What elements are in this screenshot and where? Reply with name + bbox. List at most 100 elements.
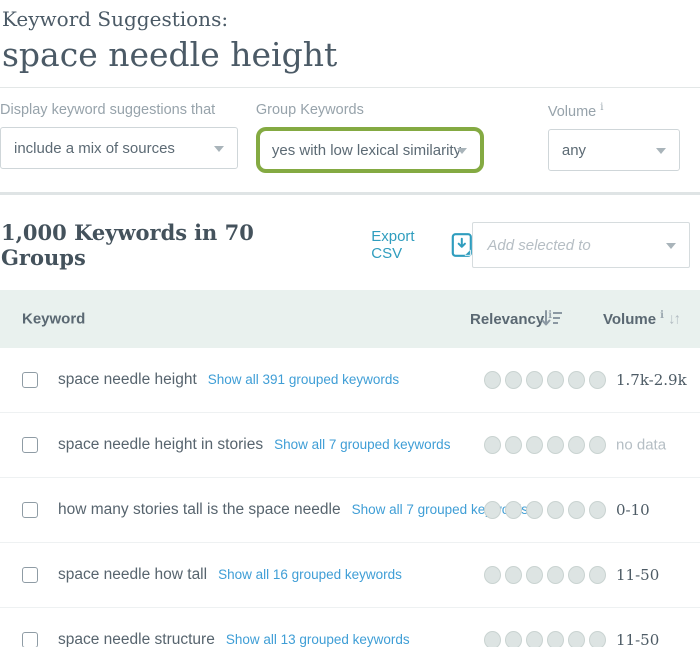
relevancy-dots [484,501,610,519]
keyword-cell: space needle height in stories Show all 7… [58,436,450,454]
filter-source: Display keyword suggestions that include… [0,102,238,173]
results-count: 1,000 Keywords [1,220,187,245]
keyword-text: how many stories tall is the space needl… [58,501,341,518]
relevancy-dot [526,501,543,519]
relevancy-dot [505,371,522,389]
relevancy-dot [505,631,522,647]
relevancy-dot [526,631,543,647]
relevancy-dot [526,371,543,389]
results-bar: 1,000 Keywordsin 70 Groups Export CSV Ad… [0,221,700,269]
keyword-cell: space needle height Show all 391 grouped … [58,371,399,389]
page-eyebrow: Keyword Suggestions: [2,6,700,32]
relevancy-dot [484,371,501,389]
source-dropdown[interactable]: include a mix of sources [0,127,238,169]
row-checkbox[interactable] [22,437,38,453]
keyword-cell: how many stories tall is the space needl… [58,501,528,519]
keyword-text: space needle structure [58,631,215,647]
show-grouped-keywords-link[interactable]: Show all 13 grouped keywords [226,632,410,647]
keyword-cell: space needle how tall Show all 16 grouped… [58,566,402,584]
relevancy-dot [484,631,501,647]
filter-volume-label: Volumei [548,102,680,120]
row-checkbox[interactable] [22,502,38,518]
show-grouped-keywords-link[interactable]: Show all 391 grouped keywords [208,372,399,387]
row-checkbox[interactable] [22,632,38,647]
relevancy-dot [589,501,606,519]
sort-updown-icon[interactable]: ↓↑ [668,311,679,328]
relevancy-dots [484,436,610,454]
download-file-icon [451,231,473,259]
info-icon[interactable]: i [600,102,603,113]
relevancy-dot [568,501,585,519]
info-icon[interactable]: i [660,310,664,321]
keyword-cell: space needle structure Show all 13 groupe… [58,631,410,647]
add-selected-placeholder: Add selected to [487,237,590,254]
table-row: space needle how tall Show all 16 grouped… [0,543,700,608]
column-keyword: Keyword [22,311,85,328]
relevancy-dots [484,631,610,647]
column-relevancy-text: Relevancy [470,311,544,328]
volume-value: 11-50 [616,566,659,584]
relevancy-dot [547,436,564,454]
chevron-down-icon [457,148,467,154]
group-keywords-dropdown-value: yes with low lexical similarity [272,142,461,159]
chevron-down-icon [666,243,676,249]
relevancy-dot [568,566,585,584]
relevancy-dot [568,631,585,647]
volume-value: 11-50 [616,631,659,647]
filter-group-keywords: Group Keywords yes with low lexical simi… [256,102,484,173]
relevancy-dots [484,566,610,584]
relevancy-dot [589,566,606,584]
filter-group-label: Group Keywords [256,102,484,118]
relevancy-dot [547,371,564,389]
volume-dropdown-value: any [562,142,586,159]
relevancy-dot [526,566,543,584]
export-csv-label: Export CSV [371,228,442,262]
volume-dropdown[interactable]: any [548,129,680,171]
keyword-suggestions-page: Keyword Suggestions: space needle height… [0,0,700,647]
relevancy-dots [484,371,610,389]
relevancy-dot [589,371,606,389]
relevancy-dot [505,501,522,519]
sort-descending-icon[interactable] [541,310,563,328]
column-volume-text: Volume [603,311,656,328]
relevancy-dot [547,501,564,519]
keyword-text: space needle how tall [58,566,207,583]
relevancy-dot [589,436,606,454]
volume-value: 0-10 [616,501,650,519]
table-header: Keyword Relevancyi Volumei ↓↑ [0,290,700,348]
add-selected-dropdown[interactable]: Add selected to [472,222,690,268]
relevancy-dot [547,566,564,584]
volume-value: no data [616,437,666,454]
chevron-down-icon [656,148,666,154]
relevancy-dot [568,371,585,389]
relevancy-dot [568,436,585,454]
column-volume: Volumei [603,310,664,328]
table-row: space needle structure Show all 13 groupe… [0,608,700,647]
row-checkbox[interactable] [22,567,38,583]
row-checkbox[interactable] [22,372,38,388]
relevancy-dot [484,566,501,584]
relevancy-dot [505,436,522,454]
table-row: space needle height in stories Show all 7… [0,413,700,478]
relevancy-dot [484,501,501,519]
filter-bar: Display keyword suggestions that include… [0,88,700,173]
filter-source-label: Display keyword suggestions that [0,102,238,118]
divider-thick [0,192,700,195]
show-grouped-keywords-link[interactable]: Show all 7 grouped keywords [274,437,450,452]
chevron-down-icon [214,146,224,152]
group-keywords-dropdown[interactable]: yes with low lexical similarity [256,127,484,173]
volume-value: 1.7k-2.9k [616,371,687,389]
relevancy-dot [505,566,522,584]
export-csv-button[interactable]: Export CSV [371,228,472,262]
keyword-text: space needle height in stories [58,436,263,453]
relevancy-dot [526,436,543,454]
column-relevancy: Relevancyi [470,310,552,328]
results-summary: 1,000 Keywordsin 70 Groups [1,220,314,270]
filter-volume: Volumei any [548,102,680,173]
relevancy-dot [589,631,606,647]
table-row: space needle height Show all 391 grouped … [0,348,700,413]
show-grouped-keywords-link[interactable]: Show all 16 grouped keywords [218,567,402,582]
table-row: how many stories tall is the space needl… [0,478,700,543]
relevancy-dot [547,631,564,647]
keyword-text: space needle height [58,371,197,388]
